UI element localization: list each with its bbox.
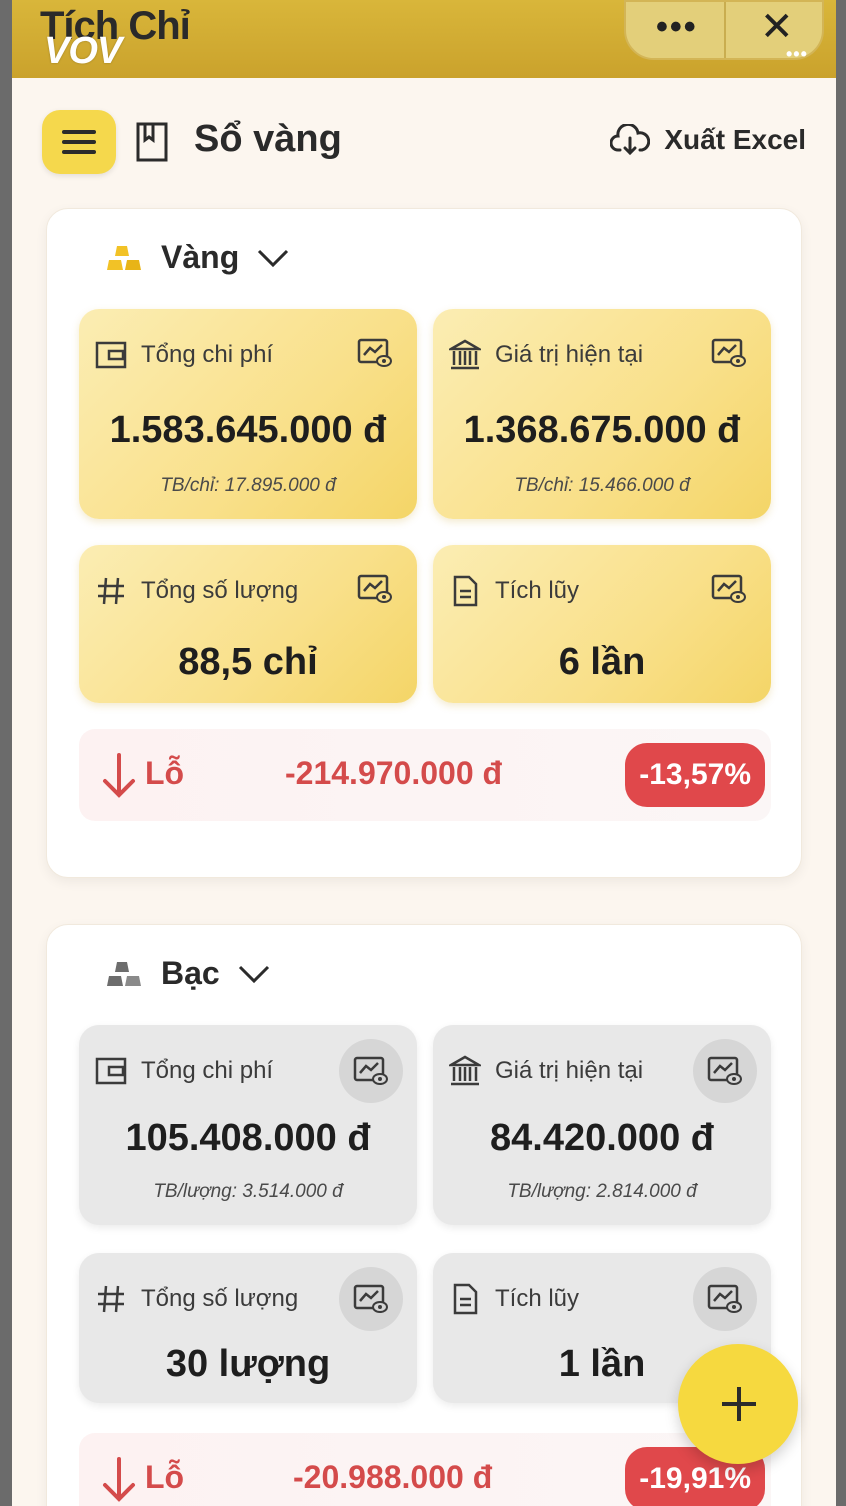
silver-current-value-card[interactable]: Giá trị hiện tại 84.420.000 đ TB/lượng: … bbox=[433, 1025, 771, 1225]
tile-sub: TB/chỉ: 15.466.000 đ bbox=[514, 475, 690, 496]
app-frame: Tích Chỉ VOV ••• ✕ ••• Sổ vàng Xuất Exce… bbox=[0, 0, 846, 1506]
hash-icon bbox=[98, 577, 124, 605]
menu-icon bbox=[62, 130, 96, 134]
gold-current-value-card[interactable]: Giá trị hiện tại 1.368.675.000 đ TB/chỉ:… bbox=[433, 309, 771, 519]
chart-eye-icon bbox=[353, 1056, 388, 1085]
tile-value: 1.583.645.000 đ bbox=[109, 409, 387, 451]
page-header: Sổ vàng Xuất Excel bbox=[12, 78, 836, 208]
more-icon[interactable]: ••• bbox=[656, 8, 698, 47]
chart-eye-icon[interactable] bbox=[711, 573, 747, 605]
title-bar: Tích Chỉ VOV ••• ✕ ••• bbox=[12, 0, 836, 78]
chart-eye-icon bbox=[353, 1284, 388, 1313]
gold-quantity-card[interactable]: Tổng số lượng 88,5 chỉ bbox=[79, 545, 417, 703]
loss-label: Lỗ bbox=[145, 755, 185, 791]
chart-eye-icon[interactable] bbox=[357, 337, 393, 369]
chart-eye-icon bbox=[707, 1284, 742, 1313]
cloud-download-icon bbox=[610, 124, 651, 156]
tile-value: 105.408.000 đ bbox=[125, 1117, 371, 1159]
document-icon bbox=[453, 575, 478, 607]
bank-icon bbox=[449, 1055, 481, 1086]
gold-accumulate-card[interactable]: Tích lũy 6 lần bbox=[433, 545, 771, 703]
tile-value: 84.420.000 đ bbox=[490, 1117, 714, 1159]
document-icon bbox=[453, 1283, 478, 1315]
tile-label: Giá trị hiện tại bbox=[495, 1057, 644, 1084]
loss-label: Lỗ bbox=[145, 1459, 185, 1495]
tile-label: Giá trị hiện tại bbox=[495, 341, 644, 368]
tile-sub: TB/chỉ: 17.895.000 đ bbox=[160, 475, 336, 496]
chart-eye-button[interactable] bbox=[693, 1039, 757, 1103]
add-button[interactable] bbox=[678, 1344, 798, 1464]
tile-label: Tổng số lượng bbox=[141, 1285, 299, 1312]
small-dots-icon: ••• bbox=[786, 44, 808, 64]
tile-value: 30 lượng bbox=[165, 1343, 331, 1385]
tile-label: Tổng số lượng bbox=[141, 577, 299, 604]
chart-eye-icon bbox=[707, 1056, 742, 1085]
silver-asset-selector[interactable]: Bạc bbox=[107, 955, 270, 992]
wallet-icon bbox=[95, 1057, 127, 1085]
page-body: Sổ vàng Xuất Excel Vàng Tổng chi phí 1.5… bbox=[12, 78, 836, 1506]
gold-section-name: Vàng bbox=[161, 239, 240, 275]
arrow-down-icon bbox=[103, 1457, 135, 1502]
chart-eye-button[interactable] bbox=[339, 1039, 403, 1103]
tile-label: Tích lũy bbox=[495, 577, 580, 604]
tile-sub: TB/lượng: 2.814.000 đ bbox=[507, 1181, 697, 1202]
right-edge bbox=[836, 0, 846, 1506]
gold-asset-selector[interactable]: Vàng bbox=[107, 239, 289, 276]
loss-percent-badge: -13,57% bbox=[625, 743, 765, 807]
book-icon bbox=[136, 122, 168, 162]
tile-sub: TB/lượng: 3.514.000 đ bbox=[153, 1181, 343, 1202]
left-edge bbox=[0, 0, 12, 1506]
chevron-down-icon bbox=[238, 965, 269, 983]
tile-label: Tổng chi phí bbox=[141, 341, 274, 368]
tile-value: 88,5 chỉ bbox=[178, 641, 318, 683]
loss-value: -20.988.000 đ bbox=[293, 1459, 493, 1495]
chart-eye-button[interactable] bbox=[693, 1267, 757, 1331]
hash-icon bbox=[98, 1285, 124, 1313]
tile-value: 1.368.675.000 đ bbox=[463, 409, 741, 451]
tile-value: 6 lần bbox=[558, 641, 646, 683]
chart-eye-icon[interactable] bbox=[711, 337, 747, 369]
loss-value: -214.970.000 đ bbox=[285, 755, 503, 791]
chart-eye-icon[interactable] bbox=[357, 573, 393, 605]
silver-quantity-card[interactable]: Tổng số lượng 30 lượng bbox=[79, 1253, 417, 1403]
gold-section: Vàng Tổng chi phí 1.583.645.000 đ TB/chỉ… bbox=[46, 208, 802, 878]
gold-loss-row: Lỗ -214.970.000 đ -13,57% bbox=[79, 729, 771, 821]
chevron-down-icon bbox=[258, 249, 289, 267]
gold-bars-icon bbox=[107, 245, 141, 270]
menu-button[interactable] bbox=[42, 110, 116, 174]
gold-total-cost-card[interactable]: Tổng chi phí 1.583.645.000 đ TB/chỉ: 17.… bbox=[79, 309, 417, 519]
tile-label: Tổng chi phí bbox=[141, 1057, 274, 1084]
silver-section-name: Bạc bbox=[161, 955, 220, 991]
arrow-down-icon bbox=[103, 753, 135, 798]
tile-label: Tích lũy bbox=[495, 1285, 580, 1312]
page-title: Sổ vàng bbox=[194, 118, 342, 160]
silver-bars-icon bbox=[107, 961, 141, 986]
silver-total-cost-card[interactable]: Tổng chi phí 105.408.000 đ TB/lượng: 3.5… bbox=[79, 1025, 417, 1225]
export-label: Xuất Excel bbox=[664, 124, 806, 155]
bank-icon bbox=[449, 339, 481, 370]
export-excel-button[interactable]: Xuất Excel bbox=[610, 124, 806, 156]
capsule-divider bbox=[724, 2, 726, 58]
watermark-logo: VOV bbox=[44, 30, 122, 72]
wallet-icon bbox=[95, 341, 127, 369]
chart-eye-button[interactable] bbox=[339, 1267, 403, 1331]
silver-loss-row: Lỗ -20.988.000 đ -19,91% bbox=[79, 1433, 771, 1506]
